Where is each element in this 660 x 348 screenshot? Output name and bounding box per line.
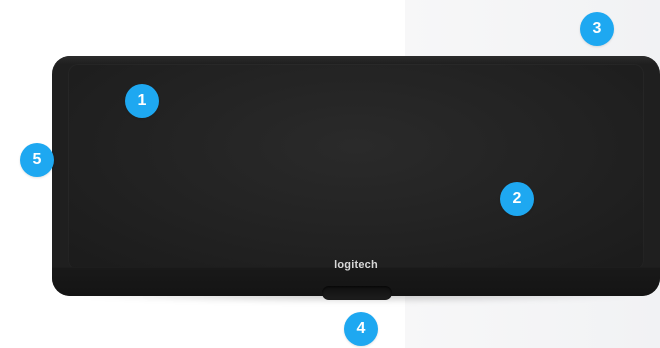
callout-1: 1 [125,84,159,118]
callout-5: 5 [20,143,54,177]
callout-3: 3 [580,12,614,46]
logitech-logo: logitech [334,259,378,271]
callout-2: 2 [500,182,534,216]
device-port [322,286,392,300]
device-top-edge [52,56,660,64]
callout-4: 4 [344,312,378,346]
